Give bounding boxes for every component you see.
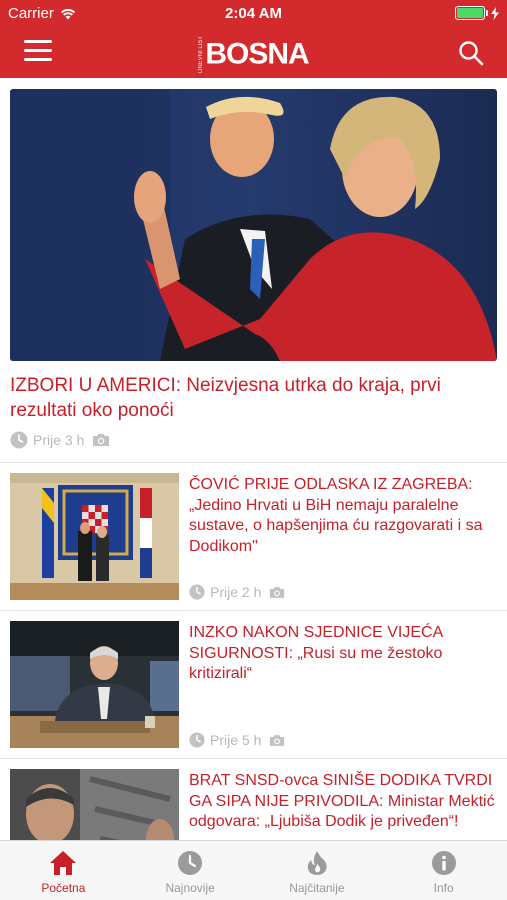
clock-icon bbox=[178, 851, 203, 875]
tab-label: Početna bbox=[41, 881, 86, 895]
hero-time: Prije 3 h bbox=[33, 432, 85, 448]
nav-bar: DNEVNI LISTBOSNA bbox=[0, 28, 507, 78]
hero-meta: Prije 3 h bbox=[10, 431, 497, 449]
clock-icon bbox=[189, 584, 205, 600]
tab-label: Najčitanije bbox=[289, 881, 345, 895]
list-item[interactable]: ČOVIĆ PRIJE ODLASKA IZ ZAGREBA: „Jedino … bbox=[0, 463, 507, 610]
info-icon bbox=[431, 851, 456, 875]
article-title[interactable]: BRAT SNSD-ovca SINIŠE DODIKA TVRDI GA SI… bbox=[189, 771, 497, 833]
home-icon bbox=[50, 851, 77, 875]
app-logo: DNEVNI LISTBOSNA bbox=[0, 36, 507, 73]
battery-indicator bbox=[455, 6, 499, 20]
list-item[interactable]: INZKO NAKON SJEDNICE VIJEĆA SIGURNOSTI: … bbox=[0, 611, 507, 758]
tab-label: Najnovije bbox=[165, 881, 215, 895]
flame-icon bbox=[307, 851, 327, 875]
hero-title[interactable]: IZBORI U AMERICI: Neizvjesna utrka do kr… bbox=[10, 373, 497, 423]
tab-info[interactable]: Info bbox=[380, 841, 507, 900]
hero-article[interactable]: IZBORI U AMERICI: Neizvjesna utrka do kr… bbox=[0, 78, 507, 449]
tab-pocetna[interactable]: Početna bbox=[0, 841, 127, 900]
hero-image[interactable] bbox=[10, 89, 497, 361]
camera-icon bbox=[93, 434, 110, 446]
article-time: Prije 2 h bbox=[210, 584, 262, 600]
clock-icon bbox=[10, 431, 28, 449]
search-icon[interactable] bbox=[457, 39, 485, 67]
news-feed[interactable]: IZBORI U AMERICI: Neizvjesna utrka do kr… bbox=[0, 78, 507, 840]
article-title[interactable]: INZKO NAKON SJEDNICE VIJEĆA SIGURNOSTI: … bbox=[189, 623, 497, 685]
tab-label: Info bbox=[433, 881, 454, 895]
tab-bar: Početna Najnovije Najčitanije Info bbox=[0, 840, 507, 900]
tab-najnovije[interactable]: Najnovije bbox=[127, 841, 254, 900]
article-time: Prije 5 h bbox=[210, 732, 262, 748]
tab-najcitanije[interactable]: Najčitanije bbox=[254, 841, 381, 900]
logo-text: BOSNA bbox=[205, 37, 309, 71]
charging-bolt-icon bbox=[491, 6, 499, 20]
article-thumbnail[interactable] bbox=[10, 769, 179, 840]
camera-icon bbox=[270, 586, 285, 598]
battery-icon bbox=[455, 6, 485, 20]
clock-icon bbox=[189, 732, 205, 748]
article-title[interactable]: ČOVIĆ PRIJE ODLASKA IZ ZAGREBA: „Jedino … bbox=[189, 475, 497, 557]
status-bar: Carrier 2:04 AM bbox=[0, 0, 507, 28]
camera-icon bbox=[270, 734, 285, 746]
article-thumbnail[interactable] bbox=[10, 473, 179, 600]
logo-tagline: DNEVNI LIST bbox=[198, 36, 205, 74]
article-meta: Prije 5 h bbox=[189, 732, 497, 748]
status-time: 2:04 AM bbox=[225, 5, 282, 22]
list-item[interactable]: BRAT SNSD-ovca SINIŠE DODIKA TVRDI GA SI… bbox=[0, 759, 507, 840]
article-meta: Prije 2 h bbox=[189, 584, 497, 600]
article-thumbnail[interactable] bbox=[10, 621, 179, 748]
